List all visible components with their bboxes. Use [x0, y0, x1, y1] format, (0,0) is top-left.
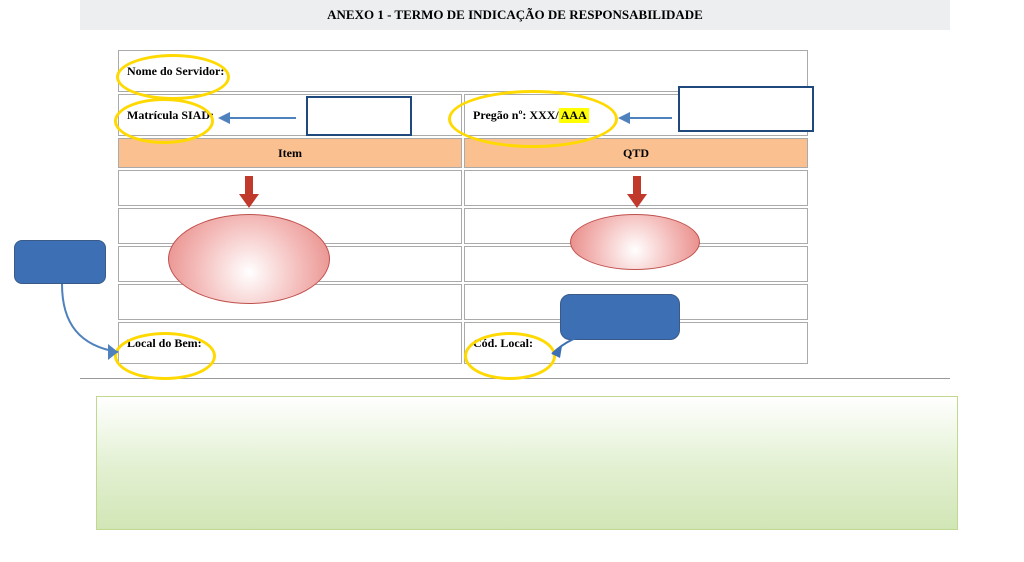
highlight-ellipse-nome-servidor — [116, 54, 230, 100]
highlight-ellipse-matricula — [114, 98, 214, 144]
curved-arrow-local-bem — [58, 284, 138, 434]
highlight-ellipse-pregao — [448, 90, 618, 148]
input-box-pregao — [678, 86, 814, 132]
arrow-down-head-qtd — [627, 194, 647, 208]
callout-tail — [550, 330, 600, 360]
highlight-ellipse-qtd-area — [570, 214, 700, 270]
document-header: ANEXO 1 - TERMO DE INDICAÇÃO DE RESPONSA… — [80, 0, 950, 30]
arrow-left-stem-matricula — [230, 117, 296, 119]
input-box-matricula — [306, 96, 412, 136]
arrow-down-head-item — [239, 194, 259, 208]
arrow-left-head-pregao — [618, 112, 630, 124]
item-cell-1 — [118, 170, 462, 206]
arrow-down-stem-item — [245, 176, 253, 196]
arrow-left-stem-pregao — [630, 117, 672, 119]
notes-panel — [96, 396, 958, 530]
highlight-ellipse-item-area — [168, 214, 330, 304]
highlight-ellipse-cod-local — [464, 332, 556, 380]
arrow-left-head-matricula — [218, 112, 230, 124]
arrow-down-stem-qtd — [633, 176, 641, 196]
annotation-box-left — [14, 240, 106, 284]
